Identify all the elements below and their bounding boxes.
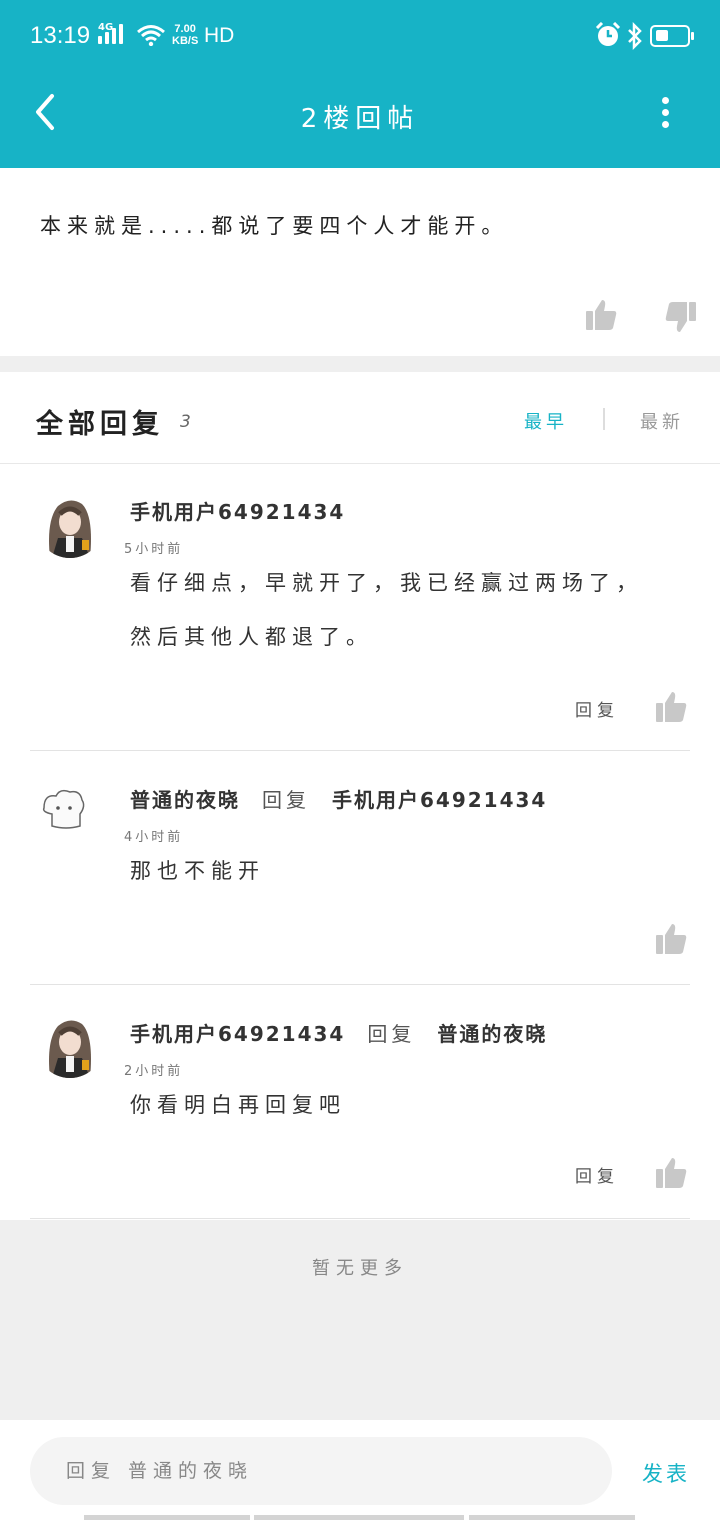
no-more-text: 暂无更多 [312, 1258, 408, 1279]
status-time: 13:19 [30, 22, 91, 49]
reply-author[interactable]: 普通的夜晓 [130, 788, 240, 812]
battery-icon [650, 25, 694, 47]
reply-author[interactable]: 手机用户64921434 [130, 1022, 345, 1046]
alarm-icon [595, 22, 621, 46]
divider [30, 984, 690, 985]
reply-word: 回复 [367, 1022, 416, 1046]
divider [30, 1218, 690, 1219]
thumbs-down-icon[interactable] [664, 300, 698, 334]
original-post: 本来就是.....都说了要四个人才能开。 [0, 168, 720, 356]
reply-username: 手机用户64921434 回复 普通的夜晓 [130, 1018, 547, 1047]
nav-indicator [469, 1515, 635, 1520]
divider [0, 463, 720, 464]
reply-time: 2小时前 [124, 1064, 184, 1079]
reply-username: 普通的夜晓 回复 手机用户64921434 [130, 784, 547, 813]
reply-button[interactable]: 回复 [575, 696, 619, 721]
thumbs-up-icon[interactable] [654, 690, 688, 724]
app-header: 13:19 4G 7.00 KB/S HD 2楼回帖 [0, 0, 720, 168]
bluetooth-icon [628, 22, 642, 50]
send-button[interactable]: 发表 [642, 1458, 690, 1488]
page-title: 2楼回帖 [300, 104, 420, 134]
reply-input-bar: 发表 [0, 1420, 720, 1520]
reply-content: 看仔细点，早就开了，我已经赢过两场了，然后其他人都退了。 [130, 571, 643, 649]
signal-icon: 4G [98, 22, 123, 44]
thumbs-up-icon[interactable] [654, 1156, 688, 1190]
replies-section: 全部回复 3 最早 最新 手机用户64921434 5小时前 看仔细点，早就开了… [0, 372, 720, 1220]
nav-indicator [254, 1515, 464, 1520]
replies-title: 全部回复 [36, 409, 164, 440]
reply-target[interactable]: 手机用户64921434 [332, 788, 547, 812]
nav-indicator [84, 1515, 250, 1520]
reply-word: 回复 [262, 788, 310, 812]
reply-content: 那也不能开 [130, 859, 265, 883]
sort-divider [603, 408, 605, 430]
network-type: 4G [98, 22, 114, 33]
post-text: 本来就是.....都说了要四个人才能开。 [40, 214, 509, 238]
avatar[interactable] [36, 490, 104, 558]
reply-input[interactable] [30, 1437, 612, 1505]
sort-newest-tab[interactable]: 最新 [640, 408, 684, 434]
reply-content: 你看明白再回复吧 [130, 1093, 346, 1117]
thumbs-up-icon[interactable] [654, 922, 688, 956]
reply-time: 5小时前 [124, 542, 184, 557]
replies-count: 3 [180, 412, 191, 432]
reply-button[interactable]: 回复 [575, 1162, 619, 1187]
wifi-icon [137, 25, 165, 46]
thumbs-up-icon[interactable] [584, 298, 618, 332]
back-button[interactable] [28, 90, 68, 134]
avatar[interactable] [36, 1010, 104, 1078]
avatar[interactable] [36, 778, 104, 846]
sort-earliest-tab[interactable]: 最早 [524, 408, 568, 434]
reply-username[interactable]: 手机用户64921434 [130, 496, 345, 525]
more-options-button[interactable] [650, 92, 680, 132]
reply-time: 4小时前 [124, 830, 184, 845]
divider [30, 750, 690, 751]
reply-target[interactable]: 普通的夜晓 [437, 1022, 547, 1046]
network-speed: 7.00 KB/S [172, 23, 199, 47]
hd-indicator: HD [204, 24, 235, 47]
